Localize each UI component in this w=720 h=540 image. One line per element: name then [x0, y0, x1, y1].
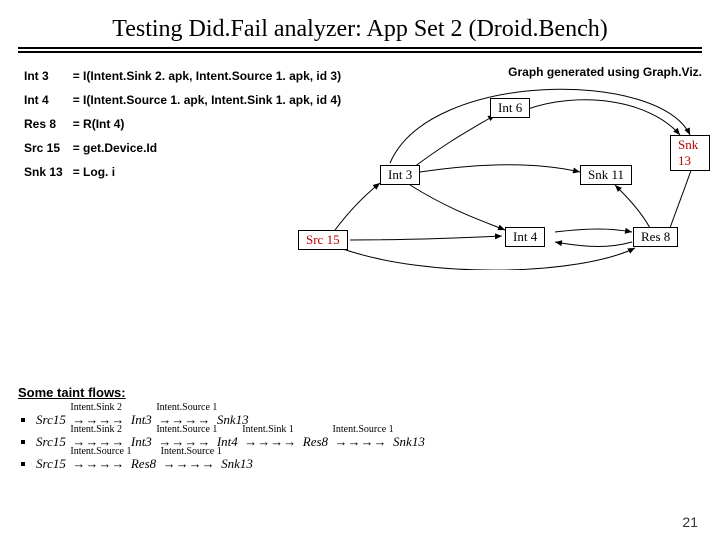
- node-src15: Src 15: [298, 230, 348, 250]
- taint-flow: Src15 Intent.Sink 2→→→→ Int3 Intent.Sour…: [36, 434, 702, 450]
- graph-caption: Graph generated using Graph.Viz.: [508, 65, 702, 79]
- node-int4: Int 4: [505, 227, 545, 247]
- taint-flow: Src15 Intent.Source 1→→→→ Res8 Intent.So…: [36, 456, 702, 472]
- page-number: 21: [682, 514, 698, 530]
- taint-flows-list: Src15 Intent.Sink 2→→→→ Int3 Intent.Sour…: [18, 412, 702, 472]
- page-title: Testing Did.Fail analyzer: App Set 2 (Dr…: [18, 10, 702, 53]
- node-int3: Int 3: [380, 165, 420, 185]
- taint-flows-heading: Some taint flows:: [18, 385, 702, 400]
- node-snk13: Snk 13: [670, 135, 710, 171]
- node-int6: Int 6: [490, 98, 530, 118]
- node-res8: Res 8: [633, 227, 678, 247]
- node-snk11: Snk 11: [580, 165, 632, 185]
- graphviz-graph: Int 6 Int 3 Snk 11 Snk 13 Src 15 Int 4 R…: [280, 80, 710, 270]
